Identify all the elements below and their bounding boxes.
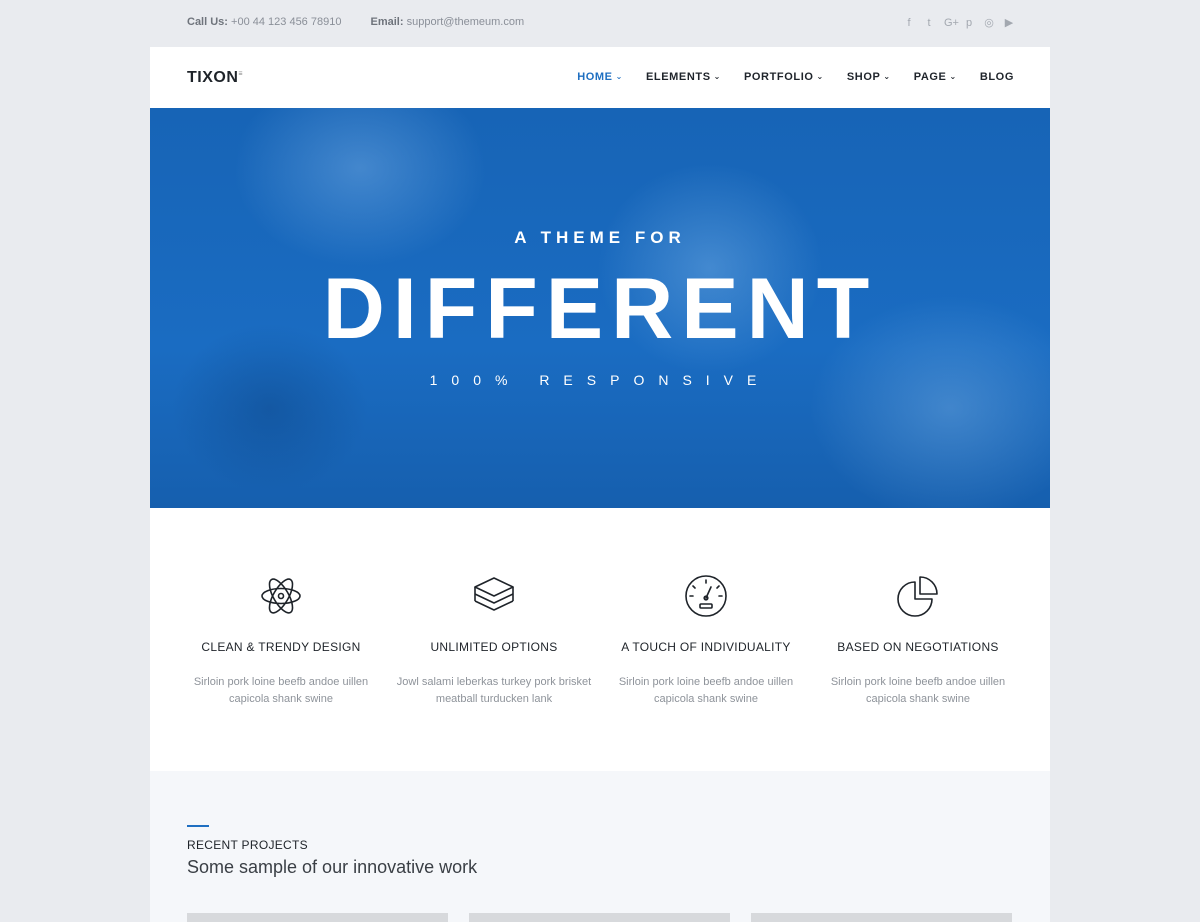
- chevron-down-icon: ⌄: [713, 72, 721, 81]
- hero-kicker: A THEME FOR: [514, 228, 686, 247]
- feature-line: Sirloin pork loine beefb andoe uillen: [618, 676, 794, 688]
- menu-item-elements[interactable]: ELEMENTS ⌄: [646, 71, 721, 83]
- google-plus-icon[interactable]: G+: [944, 16, 959, 30]
- menu-item-portfolio[interactable]: PORTFOLIO ⌄: [744, 71, 824, 83]
- logo-mark: ≡: [238, 70, 243, 78]
- project-thumbnail[interactable]: [751, 913, 1012, 922]
- section-heading: Some sample of our innovative work: [187, 857, 478, 877]
- menu-label: PAGE: [913, 71, 947, 83]
- menu-label: PORTFOLIO: [743, 71, 814, 83]
- layers-icon: [474, 577, 514, 611]
- feature-description: Sirloin pork loine beefb andoe uillen cap…: [175, 674, 387, 708]
- feature-title: BASED ON NEGOTIATIONS: [837, 640, 999, 654]
- main-menu: HOME ⌄ ELEMENTS ⌄ PORTFOLIO ⌄ SHOP ⌄ PAGE ⌄ B…: [554, 71, 1014, 83]
- section-accent-bar: [187, 825, 209, 827]
- feature-line: Sirloin pork loine beefb andoe uillen: [193, 676, 369, 688]
- call-label: Call Us:: [187, 16, 228, 28]
- feature-card: A TOUCH OF INDIVIDUALITY Sirloin pork lo…: [600, 574, 812, 708]
- section-label: RECENT PROJECTS: [187, 838, 308, 852]
- menu-label: BLOG: [979, 71, 1014, 83]
- logo-text: TIXON: [187, 69, 239, 86]
- email-label: Email:: [370, 16, 404, 28]
- menu-item-blog[interactable]: BLOG: [980, 71, 1014, 83]
- youtube-icon[interactable]: ▶: [1004, 16, 1014, 30]
- feature-title: CLEAN & TRENDY DESIGN: [201, 640, 361, 654]
- feature-description: Sirloin pork loine beefb andoe uillen cap…: [600, 674, 812, 708]
- feature-title: A TOUCH OF INDIVIDUALITY: [621, 640, 791, 654]
- top-bar: Call Us: +00 44 123 456 78910 Email: sup…: [0, 0, 1200, 47]
- pie-chart-icon: [897, 576, 938, 617]
- feature-card: CLEAN & TRENDY DESIGN Sirloin pork loine…: [175, 574, 387, 708]
- chevron-down-icon: ⌄: [816, 72, 824, 81]
- chevron-down-icon: ⌄: [883, 72, 891, 81]
- email-address[interactable]: support@themeum.com: [407, 16, 525, 28]
- logo[interactable]: TIXON≡: [187, 69, 243, 87]
- menu-item-page[interactable]: PAGE ⌄: [914, 71, 957, 83]
- feature-title: UNLIMITED OPTIONS: [430, 640, 558, 654]
- menu-item-home[interactable]: HOME ⌄: [577, 71, 623, 83]
- contact-info: Call Us: +00 44 123 456 78910 Email: sup…: [187, 16, 550, 28]
- menu-label: ELEMENTS: [645, 71, 711, 83]
- feature-card: BASED ON NEGOTIATIONS Sirloin pork loine…: [812, 574, 1024, 708]
- feature-line: capicola shank swine: [866, 693, 970, 705]
- feature-card: UNLIMITED OPTIONS Jowl salami leberkas t…: [388, 574, 600, 708]
- feature-line: meatball turducken lank: [435, 693, 553, 705]
- hero-banner: A THEME FOR DIFFERENT 100% RESPONSIVE: [150, 108, 1050, 508]
- navbar: TIXON≡ HOME ⌄ ELEMENTS ⌄ PORTFOLIO ⌄ SHOP ⌄ …: [150, 47, 1050, 108]
- menu-label: HOME: [577, 71, 613, 83]
- pinterest-icon[interactable]: p: [964, 16, 974, 30]
- atom-icon: [261, 578, 301, 614]
- feature-line: Jowl salami leberkas turkey pork brisket: [396, 676, 592, 688]
- site-frame: TIXON≡ HOME ⌄ ELEMENTS ⌄ PORTFOLIO ⌄ SHOP ⌄ …: [150, 47, 1050, 922]
- menu-item-shop[interactable]: SHOP ⌄: [847, 71, 891, 83]
- feature-description: Sirloin pork loine beefb andoe uillen cap…: [812, 674, 1024, 708]
- project-thumbnail[interactable]: [469, 913, 730, 922]
- feature-description: Jowl salami leberkas turkey pork brisket…: [388, 674, 600, 708]
- project-thumbnail[interactable]: [187, 913, 448, 922]
- chevron-down-icon: ⌄: [949, 72, 957, 81]
- feature-line: Sirloin pork loine beefb andoe uillen: [830, 676, 1006, 688]
- feature-line: capicola shank swine: [229, 693, 333, 705]
- menu-label: SHOP: [846, 71, 881, 83]
- phone-number[interactable]: +00 44 123 456 78910: [231, 16, 341, 28]
- speedometer-icon: [685, 575, 727, 617]
- chevron-down-icon: ⌄: [615, 72, 623, 81]
- twitter-icon[interactable]: t: [924, 16, 934, 30]
- recent-projects-section: RECENT PROJECTS Some sample of our innov…: [150, 771, 1050, 922]
- features-section: CLEAN & TRENDY DESIGN Sirloin pork loine…: [150, 508, 1050, 771]
- hero-subtitle: 100% RESPONSIVE: [429, 372, 771, 388]
- feature-line: capicola shank swine: [654, 693, 758, 705]
- social-links: f t G+ p ◎ ▶: [904, 16, 1014, 30]
- instagram-icon[interactable]: ◎: [984, 16, 994, 30]
- hero-title: DIFFERENT: [322, 261, 878, 357]
- facebook-icon[interactable]: f: [904, 16, 914, 30]
